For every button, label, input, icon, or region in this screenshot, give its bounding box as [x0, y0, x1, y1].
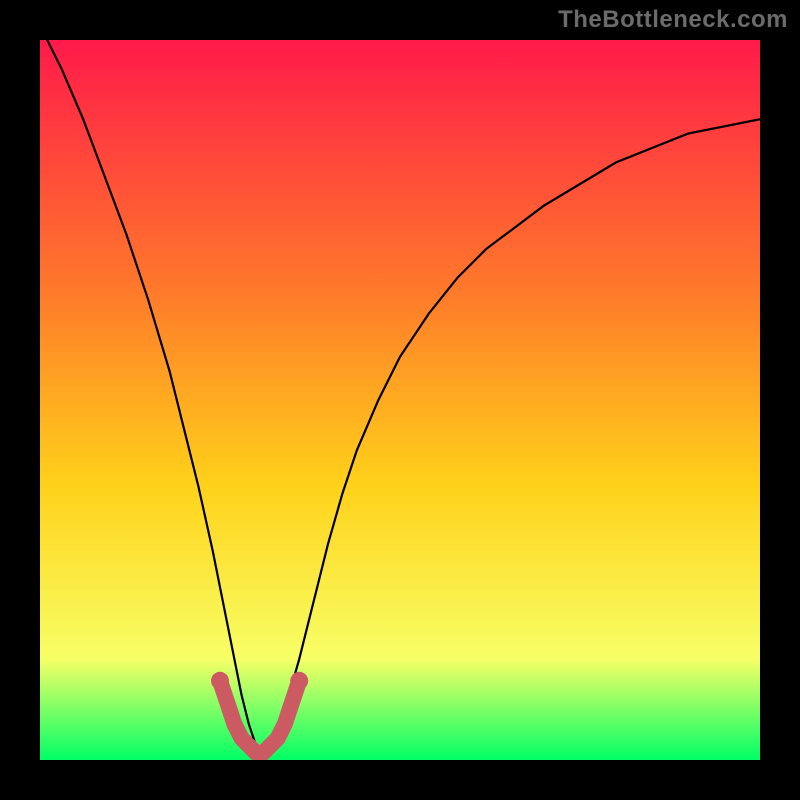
plot-svg	[40, 40, 760, 760]
watermark-text: TheBottleneck.com	[558, 6, 788, 34]
plot-area	[40, 40, 760, 760]
chart-frame: TheBottleneck.com	[0, 0, 800, 800]
marker-endpoint	[290, 672, 308, 690]
marker-endpoint	[211, 672, 229, 690]
